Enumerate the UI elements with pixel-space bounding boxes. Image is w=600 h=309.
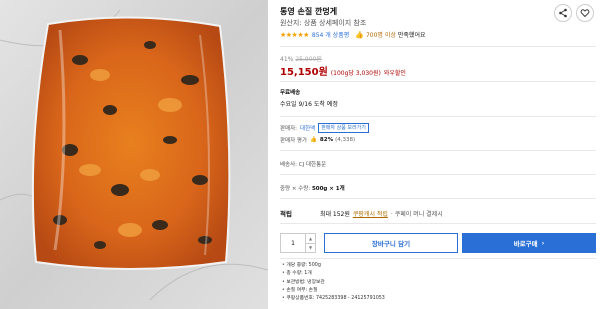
reward-max: 최대 152원 (319, 210, 350, 218)
wow-discount-label: 와우할인 (383, 70, 406, 77)
seller-rating-label: 판매자 평가 (280, 138, 308, 144)
buy-now-label: 바로구매 (513, 240, 538, 248)
arrival-date: 수요일 9/16 도착 예정 (280, 101, 338, 108)
seller-name-link[interactable]: 대한액 (300, 124, 315, 132)
heart-icon (580, 9, 590, 18)
seller-rating-row: 판매자 평가 👍 82% (4,338) (280, 136, 355, 144)
buy-now-button[interactable]: 바로구매 › (462, 233, 596, 253)
share-button[interactable] (554, 4, 572, 22)
seller-rating-count: (4,338) (335, 137, 356, 143)
reward-label: 적립 (280, 210, 292, 218)
option-label: 중량 × 수량: (280, 186, 311, 192)
delivery-company: 배송사: CJ 대한통운 (280, 162, 327, 168)
divider (280, 174, 596, 175)
unit-price: (100g당 3,030원) (330, 70, 381, 77)
list-item: 보관방법: 냉장보관 (282, 279, 385, 287)
product-details-list: 개당 중량: 500g 총 수량: 1개 보관방법: 냉장보관 손질 여부: 손… (282, 262, 385, 303)
wishlist-button[interactable] (576, 4, 594, 22)
list-item: 개당 중량: 500g (282, 262, 385, 270)
quantity-arrows: ▲ ▼ (305, 234, 315, 252)
add-to-cart-button[interactable]: 장바구니 담기 (324, 233, 458, 253)
seller-label: 판매자: (280, 126, 298, 132)
divider (280, 116, 596, 117)
list-item: 손질 여부: 손질 (282, 287, 385, 295)
up-arrow-icon[interactable]: ▲ (306, 234, 315, 243)
sale-price-row: 15,150원 (100g당 3,030원) 와우할인 (280, 63, 406, 78)
share-icon (559, 8, 567, 18)
quantity-stepper[interactable]: 1 ▲ ▼ (280, 233, 316, 253)
seller-row: 판매자: 대한액 판매자 상품 보러가기 (280, 123, 369, 133)
down-arrow-icon[interactable]: ▼ (306, 242, 315, 253)
divider (280, 198, 596, 199)
option-row: 중량 × 수량: 500g × 1개 (280, 184, 345, 192)
product-image (0, 0, 268, 309)
product-origin: 원산지: 상품 상세페이지 참조 (280, 19, 367, 27)
original-price: 25,900원 (295, 56, 322, 63)
product-photo-illustration (0, 0, 268, 309)
quantity-value[interactable]: 1 (281, 234, 305, 252)
seller-rating-percent: 82% (319, 137, 334, 143)
discount-rate: 41% (280, 56, 294, 63)
list-item: 쿠팡상품번호: 7425283398 - 24125791053 (282, 295, 385, 303)
divider (280, 46, 596, 47)
reward-pay-note: · 쿠페이 머니 결제시 (390, 210, 443, 218)
sale-price: 15,150원 (280, 67, 328, 78)
free-shipping-label: 무료배송 (280, 90, 301, 96)
original-price-row: 41% 25,900원 (280, 54, 322, 63)
divider (280, 258, 596, 259)
seller-products-button[interactable]: 판매자 상품 보러가기 (318, 123, 369, 133)
divider (280, 81, 596, 82)
reward-row: 적립 최대 152원 쿠팡캐시 적립 · 쿠페이 머니 결제시 (280, 208, 443, 218)
satisfaction-text: 만족했어요 (397, 32, 426, 39)
review-count-link[interactable]: 854 개 상품평 (312, 30, 349, 39)
thumbs-up-icon: 👍 (355, 30, 364, 39)
divider (280, 150, 596, 151)
add-to-cart-label: 장바구니 담기 (371, 240, 411, 248)
option-value: 500g × 1개 (311, 186, 345, 192)
chevron-right-icon: › (541, 239, 545, 247)
list-item: 총 수량: 1개 (282, 270, 385, 278)
satisfaction-count: 700명 이상 (365, 32, 396, 39)
product-info-panel: 통영 손질 깐멍게 원산지: 상품 상세페이지 참조 ★★★★★ 854 개 상… (278, 0, 600, 309)
divider (280, 223, 596, 224)
coupang-cash-link[interactable]: 쿠팡캐시 적립 (353, 209, 388, 218)
thumbs-up-icon: 👍 (310, 137, 317, 143)
rating-stars: ★★★★★ (280, 30, 309, 39)
product-title: 통영 손질 깐멍게 (280, 7, 338, 16)
rating-row: ★★★★★ 854 개 상품평 👍 700명 이상 만족했어요 (280, 30, 426, 40)
